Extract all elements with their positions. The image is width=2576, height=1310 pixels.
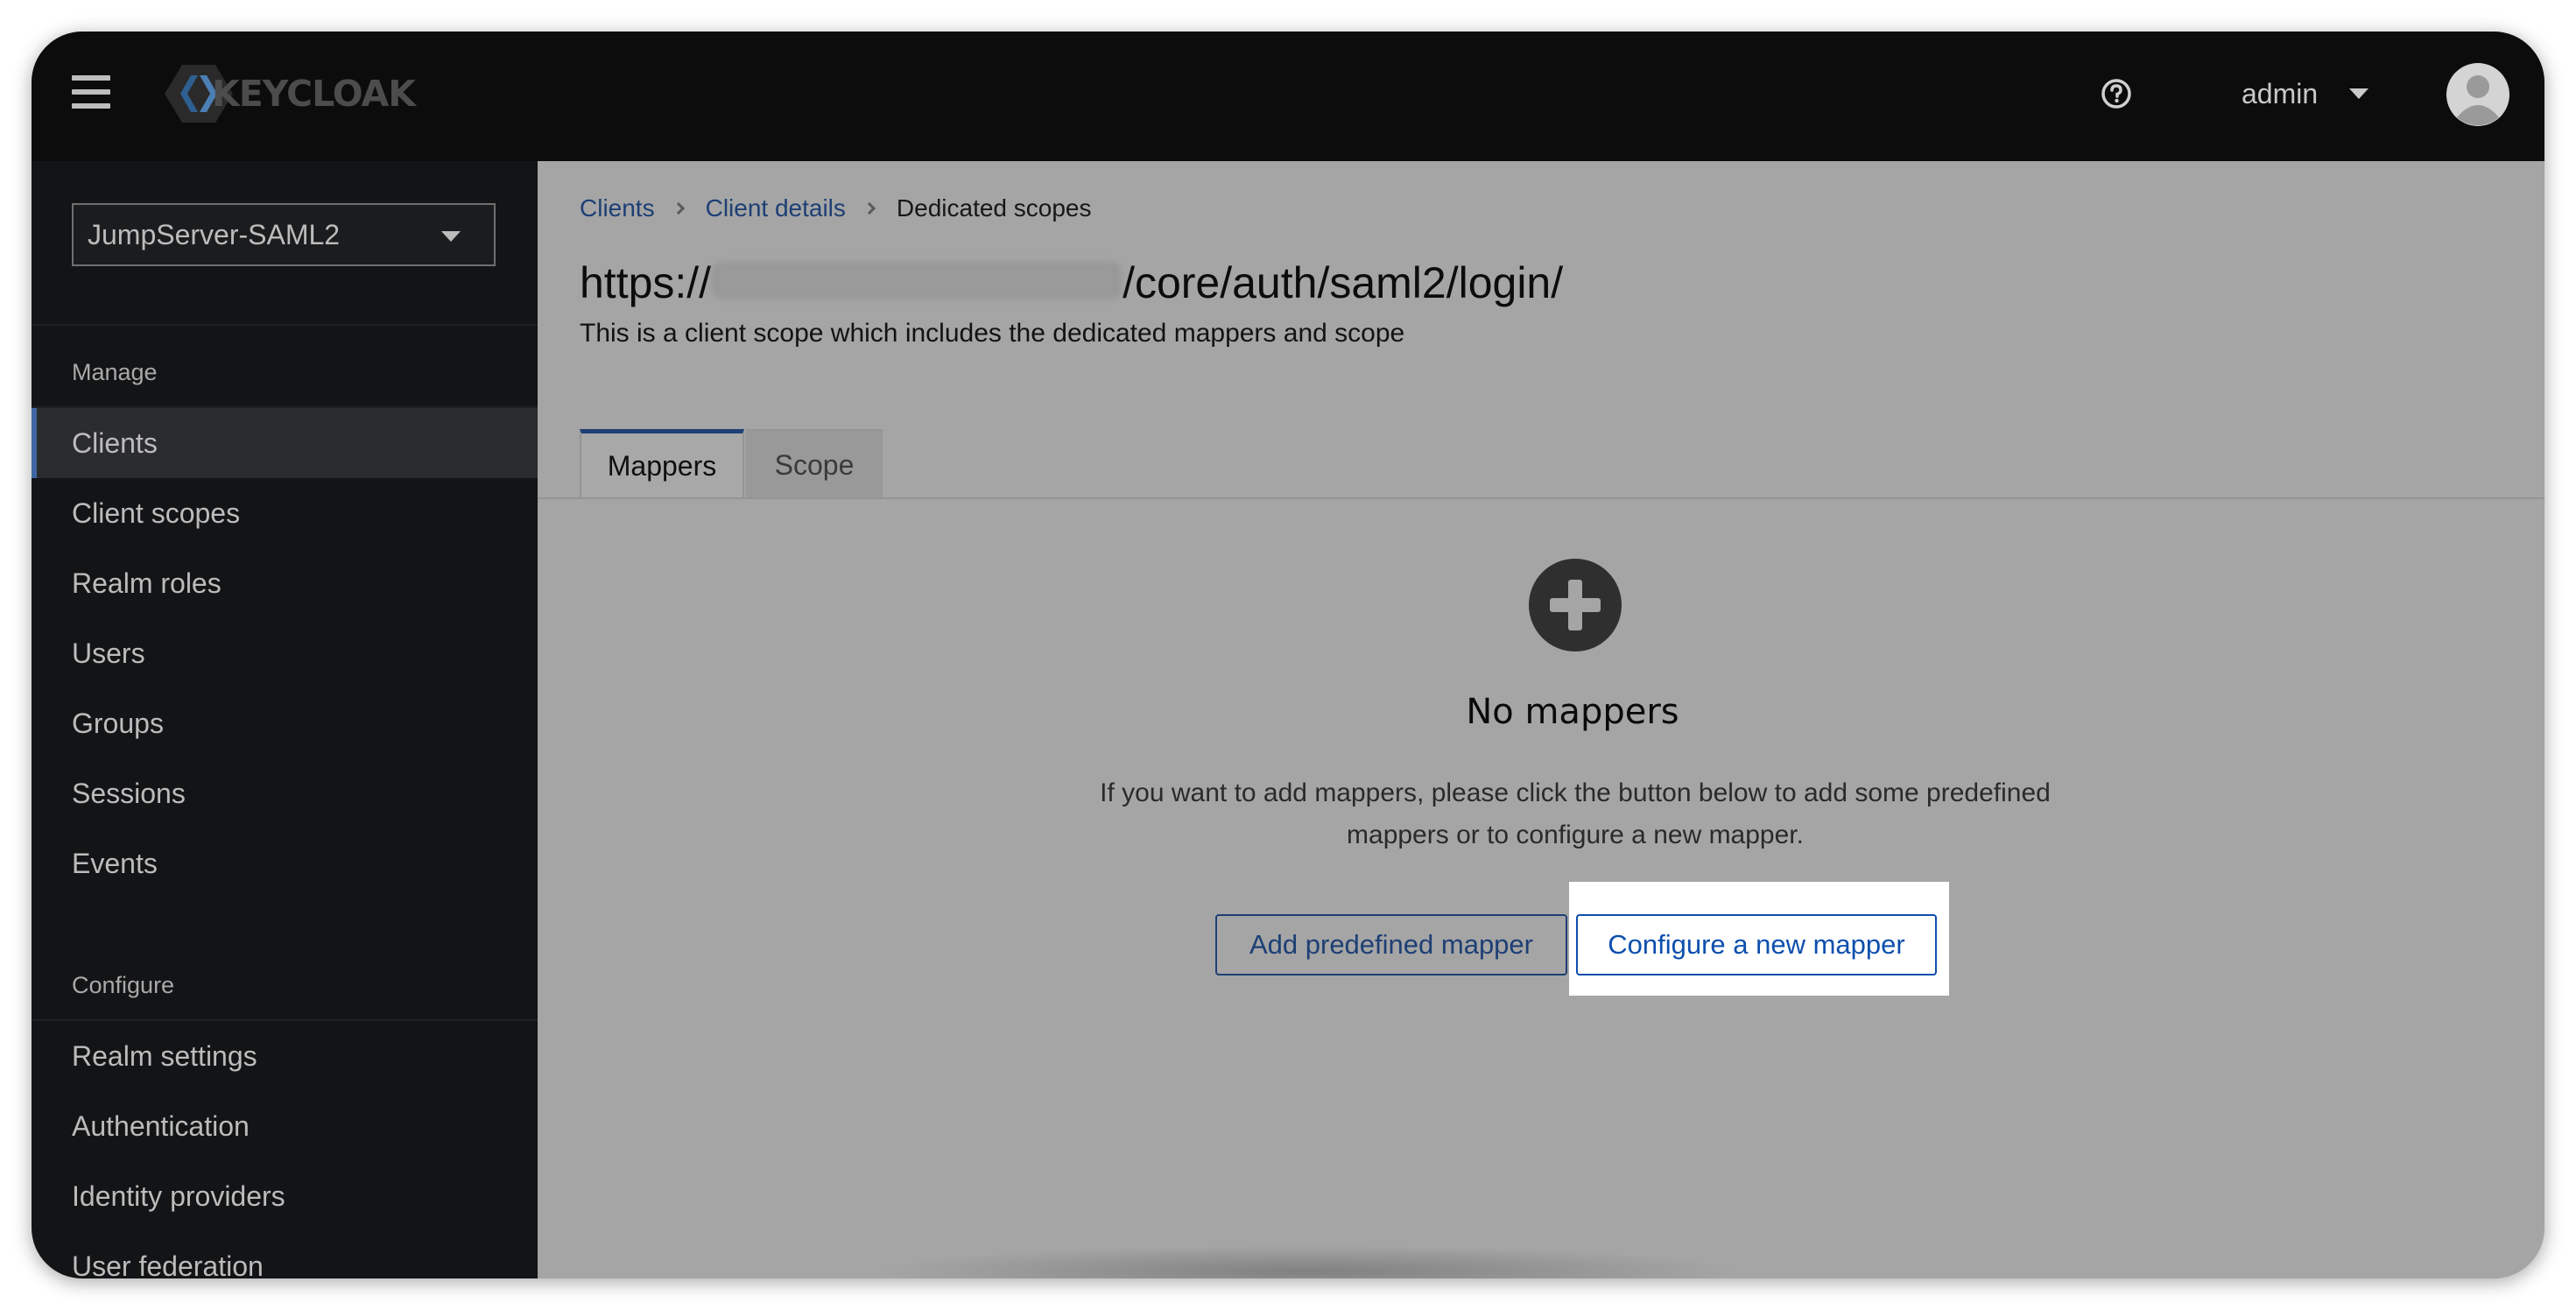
title-prefix: https:// [580, 258, 712, 307]
bottom-shadow [870, 1245, 1746, 1278]
realm-selector[interactable]: JumpServer-SAML2 [72, 203, 496, 266]
logo-text: KEYCLOAK [212, 73, 416, 115]
add-predefined-mapper-button[interactable]: Add predefined mapper [1215, 914, 1567, 975]
nav-section-manage: Manage [72, 359, 158, 385]
tab-scope[interactable]: Scope [746, 429, 883, 499]
chevron-right-icon [672, 201, 685, 215]
breadcrumb-current: Dedicated scopes [896, 194, 1092, 222]
plus-circle-icon [1529, 559, 1622, 651]
sidebar-item-client-scopes[interactable]: Client scopes [32, 478, 538, 548]
sidebar-item-clients[interactable]: Clients [32, 408, 538, 478]
sidebar-item-identity-providers[interactable]: Identity providers [32, 1161, 538, 1231]
chevron-right-icon [862, 201, 876, 215]
sidebar-item-authentication[interactable]: Authentication [32, 1091, 538, 1161]
sidebar-item-realm-settings[interactable]: Realm settings [32, 1021, 538, 1091]
breadcrumb: Clients Client details Dedicated scopes [580, 194, 1091, 222]
browser-window: KEYCLOAK admin JumpServer-SAML2 Manage C… [32, 32, 2544, 1278]
sidebar-item-sessions[interactable]: Sessions [32, 758, 538, 828]
sidebar-item-user-federation[interactable]: User federation [32, 1231, 538, 1279]
page-title: https:// /core/auth/saml2/login/ [580, 257, 1563, 308]
hamburger-menu-icon[interactable] [72, 75, 110, 109]
sidebar: JumpServer-SAML2 Manage Clients Client s… [32, 161, 538, 1278]
sidebar-item-users[interactable]: Users [32, 618, 538, 688]
help-icon[interactable] [2100, 77, 2133, 110]
tab-mappers[interactable]: Mappers [580, 429, 744, 499]
sidebar-item-realm-roles[interactable]: Realm roles [32, 548, 538, 618]
breadcrumb-clients[interactable]: Clients [580, 194, 655, 222]
nav-section-configure: Configure [72, 972, 175, 998]
page-description: This is a client scope which includes th… [580, 319, 1405, 348]
caret-down-icon [2349, 88, 2369, 99]
masthead: KEYCLOAK admin [32, 32, 2544, 161]
empty-state-body: If you want to add mappers, please click… [1100, 778, 2051, 849]
avatar[interactable] [2446, 63, 2509, 126]
redacted-hostname [713, 263, 1122, 298]
empty-state-title: No mappers [1466, 692, 1679, 732]
main-content: Clients Client details Dedicated scopes … [538, 161, 2544, 1278]
user-dropdown[interactable]: admin [2242, 74, 2369, 114]
sidebar-item-events[interactable]: Events [32, 828, 538, 898]
breadcrumb-client-details[interactable]: Client details [706, 194, 846, 222]
nav-divider [32, 324, 538, 326]
tabs-divider [538, 497, 2544, 499]
caret-down-icon [441, 231, 461, 242]
realm-name: JumpServer-SAML2 [88, 218, 341, 250]
sidebar-item-groups[interactable]: Groups [32, 688, 538, 758]
configure-new-mapper-button[interactable]: Configure a new mapper [1576, 914, 1937, 975]
title-suffix: /core/auth/saml2/login/ [1123, 258, 1564, 307]
username: admin [2242, 77, 2319, 109]
keycloak-logo[interactable]: KEYCLOAK [163, 63, 416, 124]
